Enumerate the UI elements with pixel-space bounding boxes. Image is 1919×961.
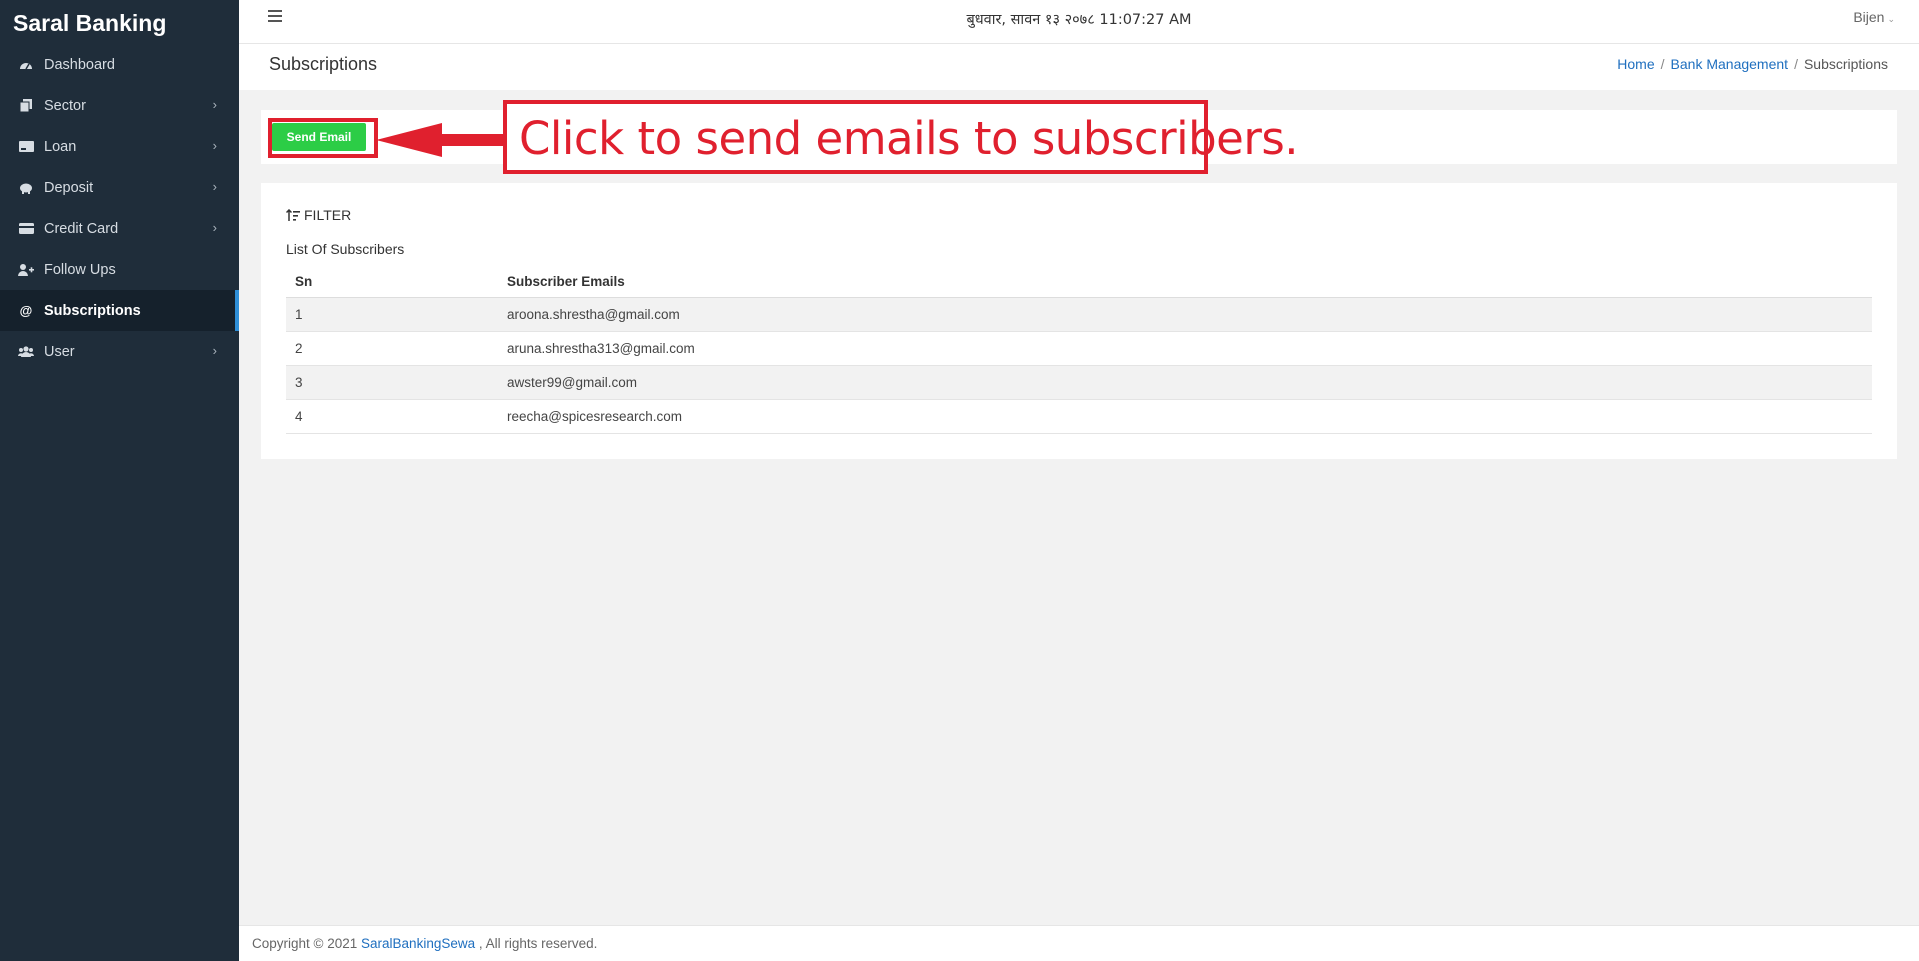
subscribers-table: Sn Subscriber Emails 1 aroona.shrestha@g…	[286, 267, 1872, 434]
annotation-highlight-box	[268, 118, 378, 158]
footer-copyright: Copyright © 2021 SaralBankingSewa , All …	[252, 936, 597, 951]
chevron-right-icon: ›	[212, 138, 217, 153]
list-title: List Of Subscribers	[286, 241, 405, 257]
copy-icon	[18, 99, 34, 113]
sidebar-item-deposit[interactable]: Deposit ›	[0, 167, 239, 208]
footer-suffix: , All rights reserved.	[478, 936, 598, 951]
cell-email: aruna.shrestha313@gmail.com	[498, 331, 1872, 366]
table-header-row: Sn Subscriber Emails	[286, 267, 1872, 298]
breadcrumb-current: Subscriptions	[1803, 56, 1888, 72]
sidebar-item-subscriptions[interactable]: @ Subscriptions	[0, 290, 239, 331]
table-row: 3 awster99@gmail.com	[286, 365, 1872, 400]
user-plus-icon	[18, 263, 34, 277]
breadcrumb-separator: /	[1794, 56, 1798, 72]
brand-logo[interactable]: Saral Banking	[0, 0, 239, 44]
breadcrumb-separator: /	[1660, 56, 1665, 72]
subscribers-card: FILTER List Of Subscribers Sn Subscriber…	[261, 183, 1897, 459]
page-header: Subscriptions Home / Bank Management / Subsc…	[239, 44, 1919, 90]
sidebar-item-label: Follow Ups	[44, 261, 116, 278]
money-icon	[18, 140, 34, 154]
filter-toggle[interactable]: FILTER	[286, 207, 351, 223]
sidebar-item-loan[interactable]: Loan ›	[0, 126, 239, 167]
sidebar-item-label: Deposit	[44, 179, 94, 196]
sidebar-item-follow-ups[interactable]: Follow Ups	[0, 249, 239, 290]
sort-filter-icon	[286, 208, 300, 222]
sidebar-item-dashboard[interactable]: Dashboard	[0, 44, 239, 85]
dashboard-icon	[18, 58, 34, 72]
sidebar-item-label: Credit Card	[44, 220, 119, 237]
sidebar-item-label: Sector	[44, 97, 86, 114]
column-header-emails: Subscriber Emails	[498, 267, 1872, 298]
sidebar-item-credit-card[interactable]: Credit Card ›	[0, 208, 239, 249]
chevron-right-icon: ›	[212, 343, 217, 358]
at-icon: @	[19, 303, 33, 318]
cell-email: awster99@gmail.com	[498, 365, 1872, 400]
cell-sn: 1	[286, 297, 498, 332]
current-datetime: बुधवार, सावन १३ २०७८ 11:07:27 AM	[966, 12, 1192, 28]
users-icon	[18, 345, 34, 359]
chevron-right-icon: ›	[212, 97, 217, 112]
cell-email: aroona.shrestha@gmail.com	[498, 297, 1872, 332]
sidebar-item-sector[interactable]: Sector ›	[0, 85, 239, 126]
sidebar-item-label: Subscriptions	[44, 302, 141, 319]
sidebar-item-label: Loan	[44, 138, 77, 155]
breadcrumb-home[interactable]: Home	[1617, 56, 1654, 72]
cell-sn: 4	[286, 399, 498, 434]
breadcrumb: Home / Bank Management / Subscriptions	[1617, 56, 1888, 72]
user-name: Bijen	[1853, 9, 1885, 25]
footer: Copyright © 2021 SaralBankingSewa , All …	[239, 925, 1919, 961]
annotation-text: Click to send emails to subscribers.	[519, 112, 1299, 165]
breadcrumb-bank-management[interactable]: Bank Management	[1671, 56, 1789, 72]
filter-label: FILTER	[304, 207, 352, 223]
top-bar: बुधवार, सावन १३ २०७८ 11:07:27 AM Bijen ⌄	[239, 0, 1919, 44]
user-menu[interactable]: Bijen ⌄	[1853, 9, 1895, 25]
chevron-down-icon: ⌄	[1887, 14, 1895, 24]
credit-card-icon	[18, 222, 34, 236]
table-row: 4 reecha@spicesresearch.com	[286, 399, 1872, 434]
sidebar: Saral Banking Dashboard Sector › Loan › …	[0, 0, 239, 961]
page-title: Subscriptions	[269, 54, 378, 74]
cell-sn: 2	[286, 331, 498, 366]
chevron-right-icon: ›	[212, 220, 217, 235]
piggy-bank-icon	[18, 181, 34, 195]
column-header-sn: Sn	[286, 267, 498, 298]
table-row: 2 aruna.shrestha313@gmail.com	[286, 331, 1872, 366]
annotation-arrow-icon	[376, 123, 506, 157]
cell-sn: 3	[286, 365, 498, 400]
sidebar-item-label: User	[44, 343, 75, 360]
annotation-callout: Click to send emails to subscribers.	[503, 100, 1299, 174]
footer-brand-link[interactable]: SaralBankingSewa	[361, 936, 475, 951]
sidebar-item-label: Dashboard	[44, 56, 115, 73]
sidebar-item-user[interactable]: User ›	[0, 331, 239, 372]
table-row: 1 aroona.shrestha@gmail.com	[286, 297, 1872, 332]
footer-prefix: Copyright © 2021	[252, 936, 358, 951]
cell-email: reecha@spicesresearch.com	[498, 399, 1872, 434]
chevron-right-icon: ›	[212, 179, 217, 194]
